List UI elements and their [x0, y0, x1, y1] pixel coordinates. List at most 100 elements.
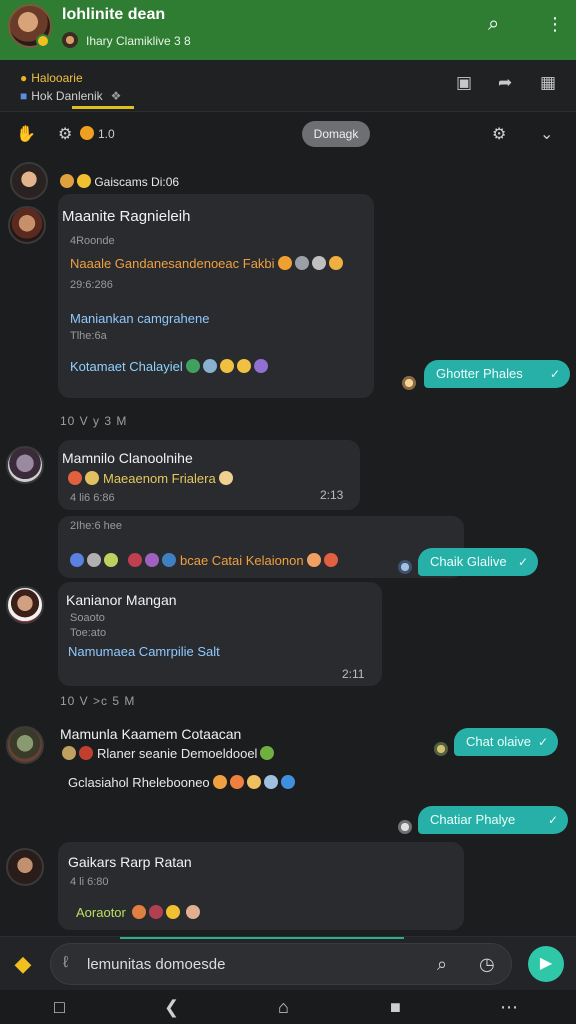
search-icon[interactable]: ⌕	[437, 954, 447, 975]
filter-bar: ✋ ⚙ 1.0 Domagk ⚙ ⌄	[0, 112, 576, 156]
emoji-icon	[328, 256, 343, 270]
avatar[interactable]	[6, 726, 44, 764]
avatar[interactable]	[8, 206, 46, 244]
reply-text: Chatiar Phalye	[430, 812, 516, 827]
emoji-icon	[219, 359, 234, 373]
message-time: 2:11	[342, 667, 365, 681]
emoji-icon	[131, 905, 146, 919]
settings-icon[interactable]: ⚙	[58, 124, 72, 144]
chat-icon[interactable]: ▣	[456, 73, 472, 93]
square-icon: ■	[20, 89, 28, 103]
message-header: Gaiscams Di:06	[60, 174, 179, 189]
chat-subtitle: Ihary Clamiklive 3 8	[86, 34, 191, 48]
message-field[interactable]: ℓ ⌕ ◷	[50, 943, 512, 985]
reader-avatar	[434, 742, 448, 756]
message-text-content: Naaale Gandanesandenoeac Fakbi	[70, 256, 275, 271]
expand-icon[interactable]: ▦	[540, 73, 556, 93]
app-header: lohlinite dean Ihary Clamiklive 3 8 ⌕ ⋮	[0, 0, 576, 60]
home-icon[interactable]: ⌂	[278, 997, 289, 1017]
avatar[interactable]	[10, 162, 48, 200]
emoji-icon	[68, 471, 82, 485]
reply-text: Chat olaive	[466, 734, 532, 749]
attach-icon[interactable]: ℓ	[63, 954, 68, 972]
reader-avatar	[402, 376, 416, 390]
gear-icon[interactable]: ⚙	[492, 124, 506, 144]
chat-title: lohlinite dean	[62, 6, 166, 23]
message-text: bcae Catai Kelaionon	[70, 553, 338, 568]
emoji-icon	[212, 775, 227, 789]
sticker-icon[interactable]: ◆	[10, 951, 36, 977]
search-icon[interactable]: ⌕	[488, 14, 499, 34]
message-meta: 4Roonde	[70, 235, 115, 247]
share-icon[interactable]: ➦	[498, 73, 512, 93]
emoji-icon	[104, 553, 118, 567]
clock-icon[interactable]: ◷	[479, 954, 495, 975]
coin-icon	[80, 126, 94, 140]
emoji-icon	[79, 746, 93, 760]
message-meta: 2Ihe:6 hee	[70, 520, 122, 532]
reply-text: Ghotter Phales	[436, 366, 523, 381]
more-vert-icon[interactable]: ⋮	[546, 14, 564, 34]
avatar[interactable]	[6, 848, 44, 886]
hand-icon[interactable]: ✋	[16, 124, 36, 144]
emoji-icon	[185, 359, 200, 373]
avatar[interactable]	[6, 446, 44, 484]
reply-bubble[interactable]: Chaik Glalive ✓	[418, 548, 538, 576]
message-meta: Soaoto	[70, 612, 105, 624]
reply-bubble[interactable]: Chatiar Phalye ✓	[418, 806, 568, 834]
message-meta: 4 li 6:80	[70, 876, 109, 888]
bell-icon: ●	[20, 71, 28, 85]
emoji-icon	[280, 775, 295, 789]
emoji-icon	[60, 174, 74, 188]
chevron-down-icon[interactable]: ⌄	[540, 124, 553, 144]
message-meta: 29:6:286	[70, 279, 113, 291]
emoji-icon	[260, 746, 275, 760]
toolbar-row-2[interactable]: ■ Hok Danlenik ❖	[20, 89, 121, 103]
message-meta-row: 10 V y 3 M	[60, 414, 128, 428]
emoji-icon	[311, 256, 326, 270]
avatar[interactable]	[6, 586, 44, 624]
count-value: 1.0	[98, 127, 115, 141]
active-tab-indicator	[72, 106, 134, 109]
toolbar-row-1[interactable]: ● Halooarie	[20, 71, 83, 85]
message-meta-row: 10 V >c 5 M	[60, 694, 136, 708]
message-text-content: Gclasiahol Rhelebooneo	[68, 775, 210, 790]
message-input[interactable]	[87, 956, 417, 973]
message-meta: 4 li6 6:86	[70, 492, 115, 504]
reader-avatar	[398, 820, 412, 834]
grid-icon[interactable]: ⋯	[500, 997, 518, 1017]
toolbar-row-2-label: Hok Danlenik	[31, 89, 103, 103]
emoji-icon	[145, 553, 159, 567]
reply-text: Chaik Glalive	[430, 554, 507, 569]
reply-bubble[interactable]: Chat olaive ✓	[454, 728, 558, 756]
message-time: 2:13	[320, 488, 344, 502]
message-meta: Tlhe:6a	[70, 330, 107, 342]
message-text: Naaale Gandanesandenoeac Fakbi	[70, 256, 343, 271]
send-icon[interactable]: ▶	[528, 946, 564, 982]
message-meta: Toe:ato	[70, 627, 107, 639]
emoji-icon	[263, 775, 278, 789]
emoji-icon	[253, 359, 268, 373]
emoji-icon	[306, 553, 321, 567]
back-icon[interactable]: ❮	[164, 997, 179, 1017]
emoji-icon	[148, 905, 163, 919]
check-icon: ✓	[547, 813, 558, 827]
emoji-icon	[128, 553, 142, 567]
emoji-icon	[162, 553, 176, 567]
filter-pill[interactable]: Domagk	[302, 121, 370, 147]
emoji-icon	[202, 359, 217, 373]
emoji-icon	[277, 256, 292, 270]
reply-bubble[interactable]: Ghotter Phales ✓	[424, 360, 570, 388]
emoji-icon	[294, 256, 309, 270]
message-text-content: bcae Catai Kelaionon	[180, 553, 304, 568]
status-badge	[36, 34, 50, 48]
emoji-icon	[62, 746, 76, 760]
square-icon[interactable]: ■	[390, 997, 401, 1017]
composer: ◆ ℓ ⌕ ◷ ▶	[0, 936, 576, 990]
emoji-icon	[87, 553, 101, 567]
toolbar-row-1-label: Halooarie	[31, 71, 83, 85]
emoji-icon	[246, 775, 261, 789]
message-icon[interactable]: □	[54, 997, 65, 1017]
message-text: Rlaner seanie Demoeldooel	[62, 746, 275, 761]
check-icon: ✓	[537, 735, 548, 749]
